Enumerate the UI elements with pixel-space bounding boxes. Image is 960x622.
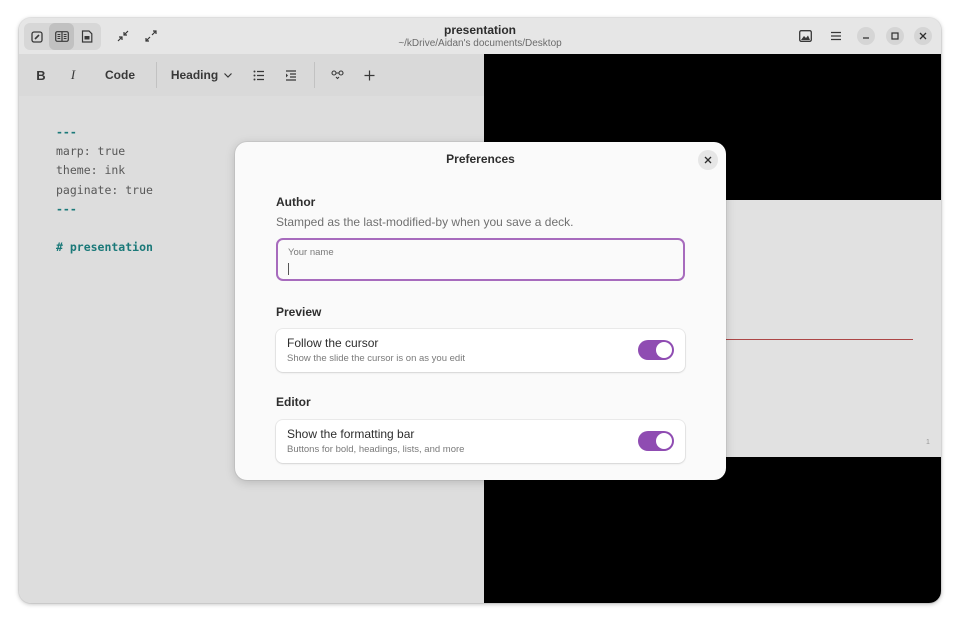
author-name-input[interactable] xyxy=(288,261,668,277)
formatting-bar-toggle[interactable] xyxy=(638,431,674,451)
author-name-label: Your name xyxy=(288,247,334,258)
editor-heading: Editor xyxy=(276,395,311,409)
follow-cursor-subtitle: Show the slide the cursor is on as you e… xyxy=(287,353,465,364)
toggle-knob xyxy=(656,342,672,358)
formatting-bar-subtitle: Buttons for bold, headings, lists, and m… xyxy=(287,444,465,455)
toggle-knob xyxy=(656,433,672,449)
follow-cursor-row[interactable]: Follow the cursor Show the slide the cur… xyxy=(276,329,685,372)
author-heading: Author xyxy=(276,195,316,209)
formatting-bar-row[interactable]: Show the formatting bar Buttons for bold… xyxy=(276,420,685,463)
preview-heading: Preview xyxy=(276,305,322,319)
dialog-close-button[interactable] xyxy=(698,150,718,170)
author-description: Stamped as the last-modified-by when you… xyxy=(276,215,574,229)
author-name-field[interactable]: Your name xyxy=(276,238,685,281)
follow-cursor-toggle[interactable] xyxy=(638,340,674,360)
formatting-bar-title: Show the formatting bar xyxy=(287,427,415,441)
preferences-dialog: Preferences Author Stamped as the last-m… xyxy=(235,142,726,480)
close-icon xyxy=(704,156,712,164)
follow-cursor-title: Follow the cursor xyxy=(287,336,379,350)
dialog-title: Preferences xyxy=(446,152,515,166)
